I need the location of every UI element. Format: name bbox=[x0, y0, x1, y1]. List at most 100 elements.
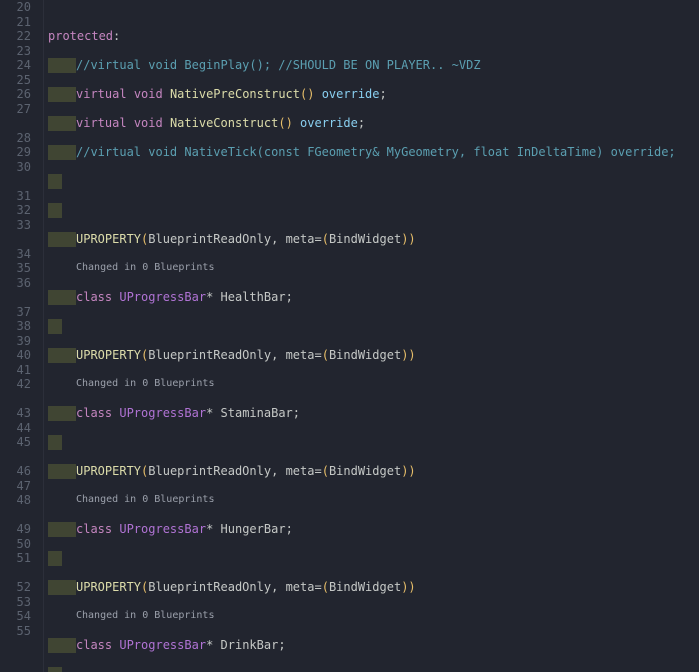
arg: BindWidget bbox=[329, 580, 401, 595]
punct: = bbox=[314, 232, 321, 247]
code-line[interactable]: class UProgressBar* HealthBar; bbox=[48, 290, 699, 305]
keyword: class bbox=[76, 522, 112, 537]
code-lens[interactable]: Changed in 0 Blueprints bbox=[48, 377, 699, 392]
code-lens-text: Changed in 0 Blueprints bbox=[76, 377, 214, 392]
punct: = bbox=[314, 348, 321, 363]
punct: ; bbox=[278, 638, 285, 653]
paren: ( bbox=[141, 580, 148, 595]
line-number: 37 bbox=[8, 305, 31, 320]
line-number: 25 bbox=[8, 73, 31, 88]
change-marker bbox=[48, 232, 62, 247]
macro: UPROPERTY bbox=[76, 232, 141, 247]
line-number: 27 bbox=[8, 102, 31, 117]
punct: = bbox=[314, 464, 321, 479]
punct: : bbox=[113, 29, 120, 44]
code-line[interactable]: protected: bbox=[48, 29, 699, 44]
code-line[interactable]: class UProgressBar* StaminaBar; bbox=[48, 406, 699, 421]
line-number: 50 bbox=[8, 537, 31, 552]
change-marker bbox=[48, 203, 62, 218]
line-number: 31 bbox=[8, 189, 31, 204]
change-marker bbox=[62, 290, 76, 305]
keyword: class bbox=[76, 406, 112, 421]
punct: ; bbox=[286, 522, 293, 537]
change-marker bbox=[48, 116, 62, 131]
line-number: 42 bbox=[8, 377, 31, 392]
code-line[interactable]: UPROPERTY(BlueprintReadOnly, meta=(BindW… bbox=[48, 232, 699, 247]
code-area[interactable]: protected: //virtual void BeginPlay(); /… bbox=[44, 0, 699, 672]
change-marker bbox=[62, 87, 76, 102]
change-marker bbox=[48, 638, 62, 653]
line-number: 32 bbox=[8, 203, 31, 218]
change-marker bbox=[62, 116, 76, 131]
code-lens[interactable]: Changed in 0 Blueprints bbox=[48, 261, 699, 276]
code-lens[interactable]: Changed in 0 Blueprints bbox=[48, 609, 699, 624]
paren: ( bbox=[322, 464, 329, 479]
line-number: 53 bbox=[8, 595, 31, 610]
change-marker bbox=[48, 174, 62, 189]
line-number: 39 bbox=[8, 334, 31, 349]
macro: UPROPERTY bbox=[76, 464, 141, 479]
code-lens-text: Changed in 0 Blueprints bbox=[76, 609, 214, 624]
line-number: 44 bbox=[8, 421, 31, 436]
line-number: 45 bbox=[8, 435, 31, 450]
punct: = bbox=[314, 580, 321, 595]
paren: ) bbox=[401, 580, 408, 595]
code-line[interactable] bbox=[48, 203, 699, 218]
change-marker bbox=[48, 435, 62, 450]
change-marker bbox=[62, 58, 76, 73]
code-line[interactable]: UPROPERTY(BlueprintReadOnly, meta=(BindW… bbox=[48, 464, 699, 479]
keyword: protected bbox=[48, 29, 113, 44]
punct: ; bbox=[286, 290, 293, 305]
code-line[interactable] bbox=[48, 319, 699, 334]
code-line[interactable] bbox=[48, 435, 699, 450]
gutter-inlay-spacer bbox=[8, 566, 31, 581]
change-marker bbox=[48, 87, 62, 102]
paren: ( bbox=[322, 348, 329, 363]
gutter-inlay-spacer bbox=[8, 508, 31, 523]
gutter-inlay-spacer bbox=[8, 232, 31, 247]
change-marker bbox=[62, 145, 76, 160]
code-line[interactable]: virtual void NativeConstruct() override; bbox=[48, 116, 699, 131]
paren: ) bbox=[286, 116, 293, 131]
paren: ) bbox=[408, 580, 415, 595]
punct: ; bbox=[380, 87, 387, 102]
comment: //virtual void NativeTick(const FGeometr… bbox=[76, 145, 676, 160]
code-line[interactable]: //virtual void NativeTick(const FGeometr… bbox=[48, 145, 699, 160]
code-line[interactable] bbox=[48, 667, 699, 672]
code-line[interactable] bbox=[48, 551, 699, 566]
code-line[interactable]: class UProgressBar* HungerBar; bbox=[48, 522, 699, 537]
line-number: 26 bbox=[8, 87, 31, 102]
change-marker bbox=[48, 319, 62, 334]
line-number: 47 bbox=[8, 479, 31, 494]
code-line[interactable]: class UProgressBar* DrinkBar; bbox=[48, 638, 699, 653]
arg: BlueprintReadOnly bbox=[148, 232, 271, 247]
code-line[interactable]: UPROPERTY(BlueprintReadOnly, meta=(BindW… bbox=[48, 580, 699, 595]
change-marker bbox=[62, 348, 76, 363]
paren: ) bbox=[401, 232, 408, 247]
ident: HealthBar bbox=[221, 290, 286, 305]
change-marker bbox=[48, 290, 62, 305]
code-line[interactable]: UPROPERTY(BlueprintReadOnly, meta=(BindW… bbox=[48, 348, 699, 363]
function: NativePreConstruct bbox=[170, 87, 300, 102]
paren: ) bbox=[401, 348, 408, 363]
code-line[interactable]: //virtual void BeginPlay(); //SHOULD BE … bbox=[48, 58, 699, 73]
arg: meta bbox=[286, 464, 315, 479]
code-line[interactable] bbox=[48, 174, 699, 189]
type: UProgressBar bbox=[119, 406, 206, 421]
keyword: class bbox=[76, 290, 112, 305]
code-lens[interactable]: Changed in 0 Blueprints bbox=[48, 493, 699, 508]
line-number: 48 bbox=[8, 493, 31, 508]
code-line[interactable]: virtual void NativePreConstruct() overri… bbox=[48, 87, 699, 102]
punct: * bbox=[206, 638, 213, 653]
punct: , bbox=[271, 348, 278, 363]
punct: * bbox=[206, 290, 213, 305]
paren: ) bbox=[408, 348, 415, 363]
code-editor[interactable]: 2021222324252627282930313233343536373839… bbox=[0, 0, 699, 672]
gutter-inlay-spacer bbox=[8, 450, 31, 465]
line-number: 28 bbox=[8, 131, 31, 146]
arg: BlueprintReadOnly bbox=[148, 348, 271, 363]
arg: BindWidget bbox=[329, 232, 401, 247]
code-lens-text: Changed in 0 Blueprints bbox=[76, 493, 214, 508]
ident: DrinkBar bbox=[221, 638, 279, 653]
change-marker bbox=[62, 522, 76, 537]
